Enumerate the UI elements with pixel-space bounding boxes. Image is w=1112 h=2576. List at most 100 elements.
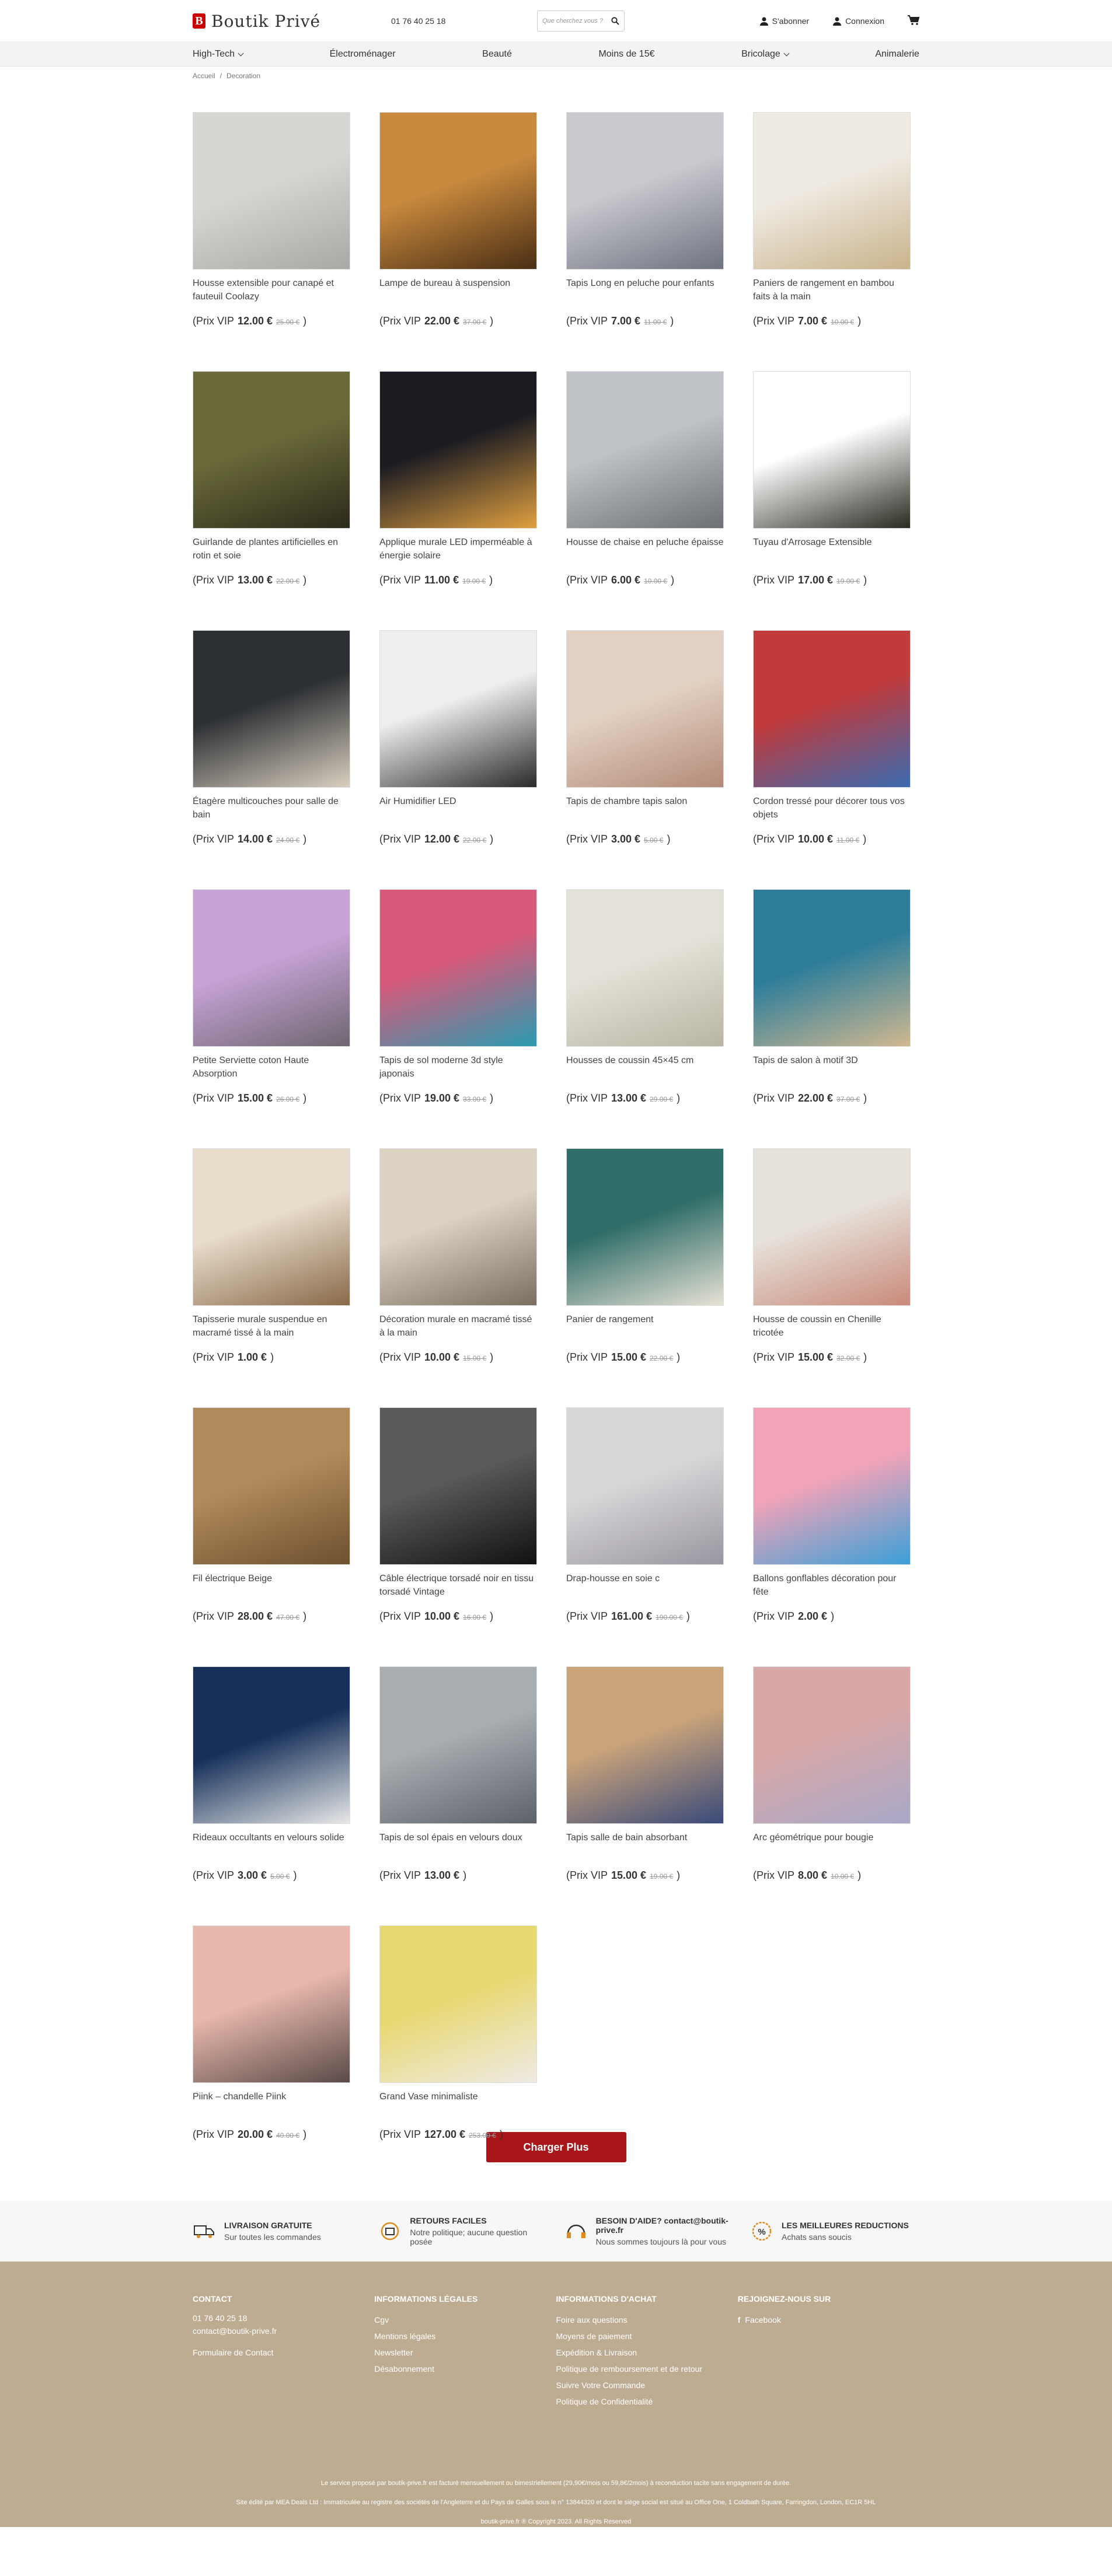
footer-link[interactable]: Désabonnement bbox=[374, 2361, 556, 2377]
product-image[interactable] bbox=[193, 1925, 350, 2083]
nav-item-0[interactable]: High-Tech bbox=[193, 49, 244, 60]
product-image[interactable] bbox=[193, 1407, 350, 1565]
product-card[interactable]: Housses de coussin 45×45 cm (Prix VIP 13.0… bbox=[566, 889, 724, 1148]
product-name[interactable]: Fil électrique Beige bbox=[193, 1572, 350, 1599]
product-card[interactable]: Tapis Long en peluche pour enfants (Prix … bbox=[566, 112, 724, 371]
search-icon[interactable] bbox=[611, 17, 619, 25]
product-card[interactable]: Air Humidifier LED (Prix VIP 12.00 €22.00 … bbox=[379, 630, 537, 889]
nav-item-3[interactable]: Moins de 15€ bbox=[598, 49, 654, 60]
product-image[interactable] bbox=[753, 1666, 911, 1824]
product-card[interactable]: Tapis de salon à motif 3D (Prix VIP 22.00 … bbox=[753, 889, 911, 1148]
product-image[interactable] bbox=[193, 112, 350, 270]
product-image[interactable] bbox=[379, 371, 537, 529]
product-name[interactable]: Tapis de salon à motif 3D bbox=[753, 1054, 911, 1081]
product-card[interactable]: Étagère multicouches pour salle de bain (… bbox=[193, 630, 350, 889]
nav-item-4[interactable]: Bricolage bbox=[741, 49, 790, 60]
product-card[interactable]: Piink – chandelle Piink (Prix VIP 20.00 €4… bbox=[193, 1925, 350, 2184]
product-name[interactable]: Tapis salle de bain absorbant bbox=[566, 1831, 724, 1858]
footer-link[interactable]: Cgv bbox=[374, 2312, 556, 2328]
footer-link[interactable]: Newsletter bbox=[374, 2344, 556, 2361]
footer-link[interactable]: Expédition & Livraison bbox=[556, 2344, 738, 2361]
product-card[interactable]: Paniers de rangement en bambou faits à l… bbox=[753, 112, 911, 371]
product-image[interactable] bbox=[379, 630, 537, 788]
product-image[interactable] bbox=[753, 371, 911, 529]
product-image[interactable] bbox=[379, 1407, 537, 1565]
footer-link[interactable]: Politique de Confidentialité bbox=[556, 2393, 738, 2410]
nav-item-2[interactable]: Beauté bbox=[482, 49, 512, 60]
product-name[interactable]: Cordon tressé pour décorer tous vos obje… bbox=[753, 795, 911, 822]
product-image[interactable] bbox=[379, 889, 537, 1047]
footer-contact-form[interactable]: Formulaire de Contact bbox=[193, 2344, 374, 2361]
cart-button[interactable] bbox=[908, 15, 920, 27]
product-image[interactable] bbox=[379, 1148, 537, 1306]
product-image[interactable] bbox=[566, 1407, 724, 1565]
product-name[interactable]: Tapis de sol moderne 3d style japonais bbox=[379, 1054, 537, 1081]
product-image[interactable] bbox=[566, 1666, 724, 1824]
facebook-link[interactable]: f Facebook bbox=[738, 2312, 919, 2328]
product-name[interactable]: Guirlande de plantes artificielles en ro… bbox=[193, 536, 350, 562]
product-name[interactable]: Arc géométrique pour bougie bbox=[753, 1831, 911, 1858]
product-name[interactable]: Tapisserie murale suspendue en macramé t… bbox=[193, 1313, 350, 1340]
product-name[interactable]: Piink – chandelle Piink bbox=[193, 2090, 350, 2117]
product-name[interactable]: Petite Serviette coton Haute Absorption bbox=[193, 1054, 350, 1081]
product-image[interactable] bbox=[566, 630, 724, 788]
product-name[interactable]: Tapis de chambre tapis salon bbox=[566, 795, 724, 822]
footer-link[interactable]: Foire aux questions bbox=[556, 2312, 738, 2328]
product-image[interactable] bbox=[379, 1666, 537, 1824]
product-card[interactable]: Housse de coussin en Chenille tricotée (P… bbox=[753, 1148, 911, 1407]
product-image[interactable] bbox=[753, 112, 911, 270]
product-image[interactable] bbox=[566, 371, 724, 529]
product-name[interactable]: Housse extensible pour canapé et fauteui… bbox=[193, 277, 350, 303]
product-name[interactable]: Housse de chaise en peluche épaisse bbox=[566, 536, 724, 562]
product-name[interactable]: Décoration murale en macramé tissé à la … bbox=[379, 1313, 537, 1340]
product-card[interactable]: Grand Vase minimaliste (Prix VIP 127.00 €2… bbox=[379, 1925, 537, 2184]
product-card[interactable]: Tuyau d'Arrosage Extensible (Prix VIP 17.0… bbox=[753, 371, 911, 630]
product-name[interactable]: Paniers de rangement en bambou faits à l… bbox=[753, 277, 911, 303]
product-card[interactable]: Housse extensible pour canapé et fauteui… bbox=[193, 112, 350, 371]
product-name[interactable]: Rideaux occultants en velours solide bbox=[193, 1831, 350, 1858]
product-image[interactable] bbox=[753, 889, 911, 1047]
footer-link[interactable]: Suivre Votre Commande bbox=[556, 2377, 738, 2393]
product-card[interactable]: Lampe de bureau à suspension (Prix VIP 22.… bbox=[379, 112, 537, 371]
product-card[interactable]: Câble électrique torsadé noir en tissu t… bbox=[379, 1407, 537, 1666]
footer-email[interactable]: contact@boutik-prive.fr bbox=[193, 2325, 374, 2337]
product-image[interactable] bbox=[193, 630, 350, 788]
product-card[interactable]: Tapis de sol épais en velours doux (Prix … bbox=[379, 1666, 537, 1925]
product-card[interactable]: Tapis de chambre tapis salon (Prix VIP 3.0… bbox=[566, 630, 724, 889]
product-card[interactable]: Guirlande de plantes artificielles en ro… bbox=[193, 371, 350, 630]
product-card[interactable]: Housse de chaise en peluche épaisse (Prix… bbox=[566, 371, 724, 630]
product-card[interactable]: Panier de rangement (Prix VIP 15.00 €22.00… bbox=[566, 1148, 724, 1407]
product-image[interactable] bbox=[193, 1666, 350, 1824]
product-image[interactable] bbox=[566, 889, 724, 1047]
product-card[interactable]: Cordon tressé pour décorer tous vos obje… bbox=[753, 630, 911, 889]
product-image[interactable] bbox=[753, 630, 911, 788]
breadcrumb-home[interactable]: Accueil bbox=[193, 72, 215, 80]
product-card[interactable]: Décoration murale en macramé tissé à la … bbox=[379, 1148, 537, 1407]
product-name[interactable]: Ballons gonflables décoration pour fête bbox=[753, 1572, 911, 1599]
product-image[interactable] bbox=[566, 1148, 724, 1306]
product-card[interactable]: Fil électrique Beige (Prix VIP 28.00 €47.0… bbox=[193, 1407, 350, 1666]
product-image[interactable] bbox=[379, 1925, 537, 2083]
product-name[interactable]: Drap-housse en soie c bbox=[566, 1572, 724, 1599]
product-name[interactable]: Câble électrique torsadé noir en tissu t… bbox=[379, 1572, 537, 1599]
product-name[interactable]: Panier de rangement bbox=[566, 1313, 724, 1340]
product-image[interactable] bbox=[566, 112, 724, 270]
site-logo[interactable]: B Boutik Privé bbox=[193, 12, 391, 31]
product-name[interactable]: Grand Vase minimaliste bbox=[379, 2090, 537, 2117]
product-image[interactable] bbox=[753, 1407, 911, 1565]
nav-item-1[interactable]: Électroménager bbox=[330, 49, 396, 60]
product-name[interactable]: Tapis de sol épais en velours doux bbox=[379, 1831, 537, 1858]
product-name[interactable]: Tuyau d'Arrosage Extensible bbox=[753, 536, 911, 562]
product-image[interactable] bbox=[379, 112, 537, 270]
login-link[interactable]: Connexion bbox=[832, 16, 884, 26]
product-card[interactable]: Tapis salle de bain absorbant (Prix VIP 15… bbox=[566, 1666, 724, 1925]
footer-link[interactable]: Moyens de paiement bbox=[556, 2328, 738, 2344]
footer-link[interactable]: Politique de remboursement et de retour bbox=[556, 2361, 738, 2377]
product-card[interactable]: Tapis de sol moderne 3d style japonais (P… bbox=[379, 889, 537, 1148]
product-card[interactable]: Drap-housse en soie c (Prix VIP 161.00 €19… bbox=[566, 1407, 724, 1666]
product-name[interactable]: Étagère multicouches pour salle de bain bbox=[193, 795, 350, 822]
product-card[interactable]: Arc géométrique pour bougie (Prix VIP 8.00… bbox=[753, 1666, 911, 1925]
search-input[interactable]: Que cherchez vous ? bbox=[537, 11, 625, 32]
product-name[interactable]: Tapis Long en peluche pour enfants bbox=[566, 277, 724, 303]
product-card[interactable]: Tapisserie murale suspendue en macramé t… bbox=[193, 1148, 350, 1407]
